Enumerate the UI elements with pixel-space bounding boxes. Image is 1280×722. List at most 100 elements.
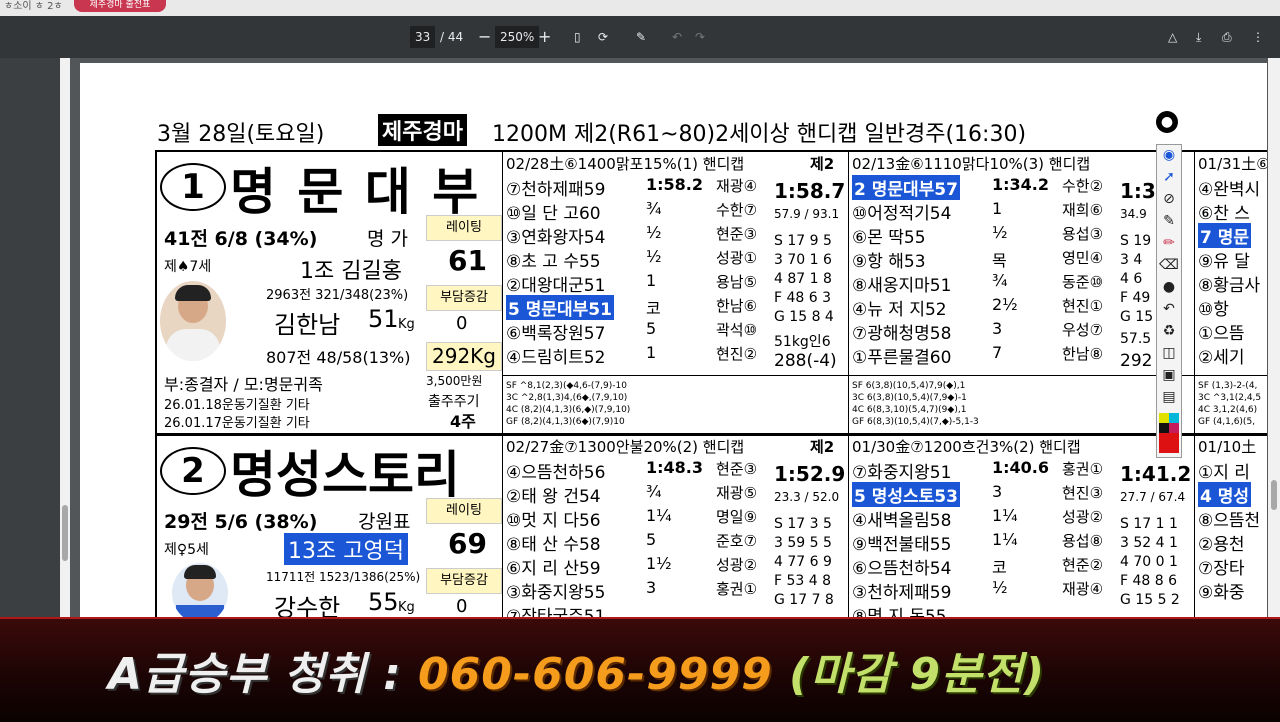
- race-jockey: 재광⑤: [716, 484, 758, 502]
- jockey-2-stats: 11711전 1523/1386(25%): [266, 570, 421, 584]
- race-margin: ½: [992, 223, 1008, 242]
- horse-1-body-weight: 292Kg: [426, 342, 502, 371]
- horse-1-vet-2: 26.01.17운동기질환 기타: [164, 416, 310, 431]
- marker-icon[interactable]: ✏: [1157, 235, 1181, 251]
- download-icon[interactable]: ⤓: [1196, 26, 1201, 48]
- race-position-note: GF (8,2)(4,1,3)(6◆)(7,9)10: [506, 417, 625, 427]
- race-margin: 1¼: [992, 530, 1018, 549]
- undo-icon[interactable]: ↶: [672, 26, 682, 48]
- horse-2-number: 2: [160, 447, 226, 495]
- race-section-time: F 48 8 6: [1120, 573, 1178, 589]
- race-finisher-row: ②세기: [1198, 348, 1245, 368]
- more-menu-icon[interactable]: ⋮: [1252, 26, 1264, 48]
- race-finisher-row: ⑧황금사: [1198, 276, 1261, 296]
- race-position-note: 3C 6(3,8)(10,5,4)(7,9◆)-1: [852, 393, 967, 403]
- print-icon[interactable]: ⎙: [1222, 26, 1232, 48]
- race-finisher-row: 2 명문대부57: [852, 175, 960, 200]
- race-class: 제2: [810, 155, 835, 173]
- race-position-note: 4C (8,2)(4,1,3)(6,◆)(7,9,10): [506, 405, 631, 415]
- horse-2-burden: 0: [456, 596, 468, 617]
- race-section-time: 4 6: [1120, 271, 1143, 287]
- zoom-in-button[interactable]: +: [538, 26, 551, 48]
- race-finisher-row: ③연화왕자54: [506, 228, 606, 248]
- eraser-icon[interactable]: ⌫: [1157, 257, 1181, 273]
- race-jockey: 현준③: [716, 225, 758, 243]
- race-header: 02/28土⑥1400맑포15%(1) 핸디캡: [506, 155, 745, 173]
- race-final-time: 1:52.9: [774, 462, 846, 486]
- rotate-icon[interactable]: ⟳: [598, 26, 608, 48]
- race-jockey: 현진②: [716, 345, 758, 363]
- tab-active[interactable]: 제주경마 출전표: [74, 0, 166, 12]
- right-scrollbar[interactable]: [1268, 58, 1280, 620]
- horse-2-origin: 제♀5세: [164, 542, 209, 558]
- race-section-time: 3 4: [1120, 252, 1143, 268]
- race-finisher-row: ①푸른물결60: [852, 348, 952, 368]
- undo-icon[interactable]: ↶: [1157, 301, 1181, 317]
- drive-icon[interactable]: △: [1168, 26, 1177, 48]
- race-jockey: 우성⑦: [1062, 321, 1104, 339]
- race-finisher-row: 5 명성스토53: [852, 482, 960, 507]
- camera-icon[interactable]: ▣: [1157, 367, 1181, 383]
- pointer-icon[interactable]: ➚: [1157, 169, 1181, 185]
- clipboard-icon[interactable]: ▤: [1157, 389, 1181, 405]
- race-split: 23.3 / 52.0: [774, 490, 840, 504]
- zoom-out-button[interactable]: −: [478, 26, 491, 48]
- no-draw-icon[interactable]: ⊘: [1157, 191, 1181, 207]
- fit-page-icon[interactable]: ▯: [574, 26, 581, 48]
- trash-icon[interactable]: ♻: [1157, 323, 1181, 339]
- race-date: 3월 28일(토요일): [157, 122, 325, 147]
- race-jockey: 한남⑥: [716, 297, 758, 315]
- race-jockey: 성광②: [1062, 508, 1104, 526]
- page-number-input[interactable]: 33: [410, 26, 436, 48]
- zoom-level-input[interactable]: 250%: [495, 26, 540, 48]
- horse-1-record: 41전 6/8 (34%): [164, 228, 318, 250]
- race-position-note: GF 6(8,3)(10,5,4)(7,◆)-5,1-3: [852, 417, 979, 427]
- divider: [502, 151, 503, 433]
- race-jockey: 용남⑤: [716, 273, 758, 291]
- race-margin: ½: [646, 247, 662, 266]
- eye-icon[interactable]: ◉: [1157, 147, 1181, 163]
- race-margin: 7: [992, 343, 1003, 362]
- screen-icon[interactable]: ◫: [1157, 345, 1181, 361]
- horse-1-name: 명 문 대 부: [230, 163, 481, 221]
- race-jockey: 성광①: [716, 249, 758, 267]
- race-jockey: 재광④: [716, 177, 758, 195]
- race-margin: ¾: [992, 271, 1008, 290]
- race-finisher-row: ⑧새옹지마51: [852, 276, 952, 296]
- race-finisher-row: ⑥백록장원57: [506, 324, 606, 344]
- race-jockey: 홍권①: [716, 580, 758, 598]
- horse-1-rating-label: 레이팅: [426, 215, 502, 241]
- race-split: 34.9: [1120, 207, 1147, 221]
- race-margin: 3: [992, 482, 1003, 501]
- redo-icon[interactable]: ↷: [695, 26, 705, 48]
- pdf-toolbar: 33 / 44 − 250% + ▯ ⟳ ✎ ↶ ↷ △ ⤓ ⎙ ⋮: [0, 16, 1280, 58]
- color-palette[interactable]: [1159, 433, 1179, 453]
- race-margin: ¾: [646, 199, 662, 218]
- divider: [848, 151, 849, 433]
- race-margin: 1½: [646, 554, 672, 573]
- race-final-time: 1:58.7: [774, 179, 846, 203]
- tab-left[interactable]: ㅎ소이 ㅎ 2ㅎ: [4, 0, 63, 12]
- race-finisher-row: 5 명문대부51: [506, 295, 614, 320]
- left-scrollbar-thumb[interactable]: [62, 505, 68, 561]
- race-finisher-row: ⑨화중: [1198, 583, 1245, 603]
- race-section-time: F 53 4 8: [774, 573, 832, 589]
- race-section-time: G 15 8 4: [774, 309, 834, 325]
- race-split: 27.7 / 67.4: [1120, 490, 1186, 504]
- race-finisher-row: ③화중지왕55: [506, 583, 606, 603]
- race-finisher-row: ②태 왕 건54: [506, 487, 601, 507]
- annotate-pen-icon[interactable]: ✎: [636, 26, 646, 48]
- horse-1-vet-1: 26.01.18운동기질환 기타: [164, 398, 310, 413]
- race-finisher-row: ④새벽올림58: [852, 511, 952, 531]
- race-margin: 5: [646, 319, 657, 338]
- dot-icon[interactable]: ●: [1157, 279, 1181, 295]
- race-final-time: 1:41.2: [1120, 462, 1192, 486]
- race-margin: 3: [646, 578, 657, 597]
- right-scrollbar-thumb[interactable]: [1271, 480, 1277, 510]
- race-section-time: F 49: [1120, 290, 1151, 306]
- pen-icon[interactable]: ✎: [1157, 213, 1181, 229]
- jockey-1-stats: 2963전 321/348(23%): [266, 288, 409, 303]
- race-finisher-row: ④드림히트52: [506, 348, 606, 368]
- venue-label: 제주경마: [378, 114, 467, 146]
- race-section-time: S 19: [1120, 233, 1152, 249]
